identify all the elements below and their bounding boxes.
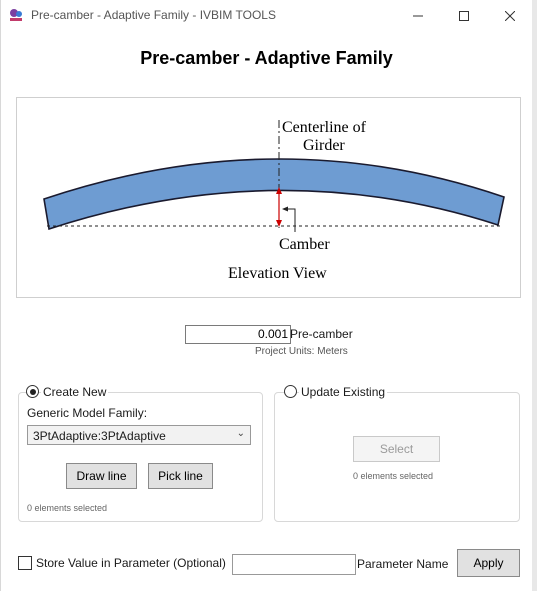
camber-diagram: Centerline of Girder Camber Elevation Vi… [16,97,521,298]
create-new-status: 0 elements selected [27,503,108,513]
family-select[interactable]: 3PtAdaptive:3PtAdaptive ⌄ [27,425,251,445]
precamber-label: Pre-camber [290,327,353,341]
app-icon [10,9,22,21]
chevron-down-icon: ⌄ [236,428,245,439]
select-button[interactable]: Select [353,436,440,462]
maximize-button[interactable] [441,0,487,32]
page-title: Pre-camber - Adaptive Family [140,48,393,68]
close-icon [505,11,515,21]
pick-line-button[interactable]: Pick line [148,463,213,489]
draw-line-button[interactable]: Draw line [66,463,137,489]
family-label: Generic Model Family: [27,406,148,420]
title-bar[interactable]: Pre-camber - Adaptive Family - IVBIM TOO… [1,0,532,32]
maximize-icon [459,11,469,21]
background-window-edge [532,0,537,591]
centerline-label-1: Centerline of [282,119,367,136]
camber-label: Camber [279,236,330,253]
update-existing-status: 0 elements selected [353,471,434,481]
parameter-name-input[interactable] [232,554,356,575]
apply-button[interactable]: Apply [457,549,520,577]
family-select-value: 3PtAdaptive:3PtAdaptive [33,429,166,443]
minimize-icon [413,15,423,17]
camber-leader [283,208,296,232]
store-value-checkbox[interactable] [18,556,32,570]
precamber-input[interactable] [185,325,291,344]
update-existing-label[interactable]: Update Existing [299,385,388,399]
update-existing-radio[interactable] [284,385,297,398]
window-title: Pre-camber - Adaptive Family - IVBIM TOO… [31,8,276,22]
dialog-window: Pre-camber - Adaptive Family - IVBIM TOO… [0,0,533,591]
elevation-view-label: Elevation View [228,265,327,282]
centerline-label-2: Girder [303,137,345,154]
close-button[interactable] [487,0,533,32]
units-label: Project Units: Meters [255,346,348,357]
girder-elevation-graphic: Centerline of Girder Camber Elevation Vi… [43,119,505,282]
girder-shape [43,158,505,231]
minimize-button[interactable] [395,0,441,32]
create-new-label[interactable]: Create New [41,385,109,399]
create-new-radio[interactable] [26,385,39,398]
store-value-label[interactable]: Store Value in Parameter (Optional) [36,556,226,570]
parameter-name-label: Parameter Name [357,557,449,571]
